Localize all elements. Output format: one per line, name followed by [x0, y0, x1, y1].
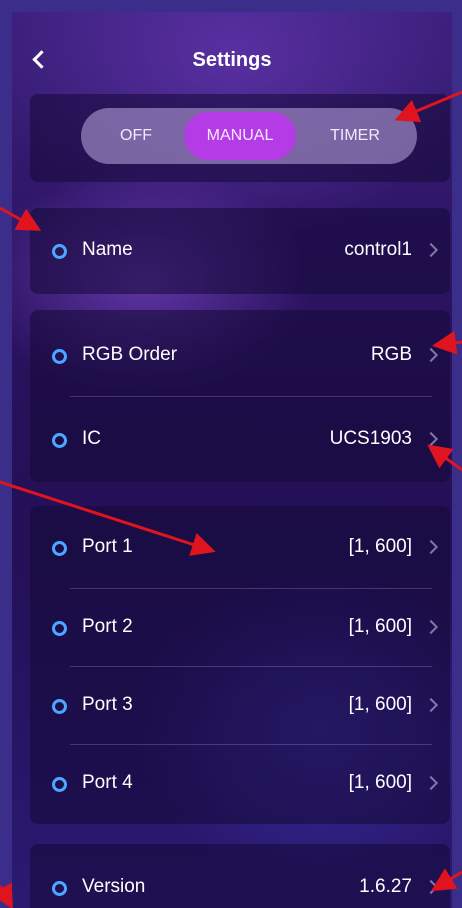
chevron-right-icon: [423, 697, 439, 713]
divider: [70, 588, 432, 589]
chevron-right-icon: [423, 347, 439, 363]
ic-label: IC: [82, 428, 101, 449]
port-4-value: [1, 600]: [348, 772, 412, 793]
chevron-right-icon: [423, 619, 439, 635]
circle-icon: [52, 541, 67, 556]
port-1-row[interactable]: Port 1 [1, 600]: [30, 512, 450, 584]
mode-segmented-control: OFF TIMER MANUAL: [81, 108, 417, 164]
chevron-right-icon: [423, 879, 439, 895]
page-title: Settings: [192, 49, 272, 71]
version-label: Version: [82, 876, 146, 897]
circle-icon: [52, 433, 67, 448]
chevron-right-icon: [423, 242, 439, 258]
mode-off-button[interactable]: OFF: [81, 108, 191, 164]
circle-icon: [52, 244, 67, 259]
rgb-order-value: RGB: [370, 344, 412, 365]
circle-icon: [52, 699, 67, 714]
mode-manual-button[interactable]: MANUAL: [184, 112, 296, 160]
port-1-label: Port 1: [82, 536, 133, 557]
name-card: Name control1: [30, 208, 450, 294]
divider: [70, 744, 432, 745]
circle-icon: [52, 881, 67, 896]
port-4-label: Port 4: [82, 772, 133, 793]
version-value: 1.6.27: [359, 876, 412, 897]
chevron-right-icon: [423, 431, 439, 447]
circle-icon: [52, 349, 67, 364]
circle-icon: [52, 777, 67, 792]
port-4-row[interactable]: Port 4 [1, 600]: [30, 748, 450, 820]
port-3-row[interactable]: Port 3 [1, 600]: [30, 670, 450, 742]
rgb-order-label: RGB Order: [82, 344, 178, 365]
header: Settings: [12, 12, 452, 84]
port-1-value: [1, 600]: [348, 536, 412, 557]
divider: [70, 666, 432, 667]
port-2-label: Port 2: [82, 616, 133, 637]
name-row[interactable]: Name control1: [30, 215, 450, 287]
mode-timer-button[interactable]: TIMER: [293, 108, 417, 164]
name-value: control1: [344, 239, 412, 260]
ic-row[interactable]: IC UCS1903: [30, 404, 450, 476]
version-row[interactable]: Version 1.6.27: [30, 852, 450, 908]
settings-screen: Settings OFF TIMER MANUAL Name control1 …: [12, 12, 452, 908]
ic-value: UCS1903: [329, 428, 412, 449]
ports-card: Port 1 [1, 600] Port 2 [1, 600] Port 3 […: [30, 506, 450, 824]
circle-icon: [52, 621, 67, 636]
chevron-right-icon: [423, 775, 439, 791]
divider: [70, 396, 432, 397]
port-3-label: Port 3: [82, 694, 133, 715]
port-2-value: [1, 600]: [348, 616, 412, 637]
rgb-order-row[interactable]: RGB Order RGB: [30, 320, 450, 392]
version-card: Version 1.6.27: [30, 844, 450, 908]
chevron-right-icon: [423, 539, 439, 555]
port-3-value: [1, 600]: [348, 694, 412, 715]
led-config-card: RGB Order RGB IC UCS1903: [30, 310, 450, 482]
port-2-row[interactable]: Port 2 [1, 600]: [30, 592, 450, 664]
name-label: Name: [82, 239, 133, 260]
mode-card: OFF TIMER MANUAL: [30, 94, 450, 182]
